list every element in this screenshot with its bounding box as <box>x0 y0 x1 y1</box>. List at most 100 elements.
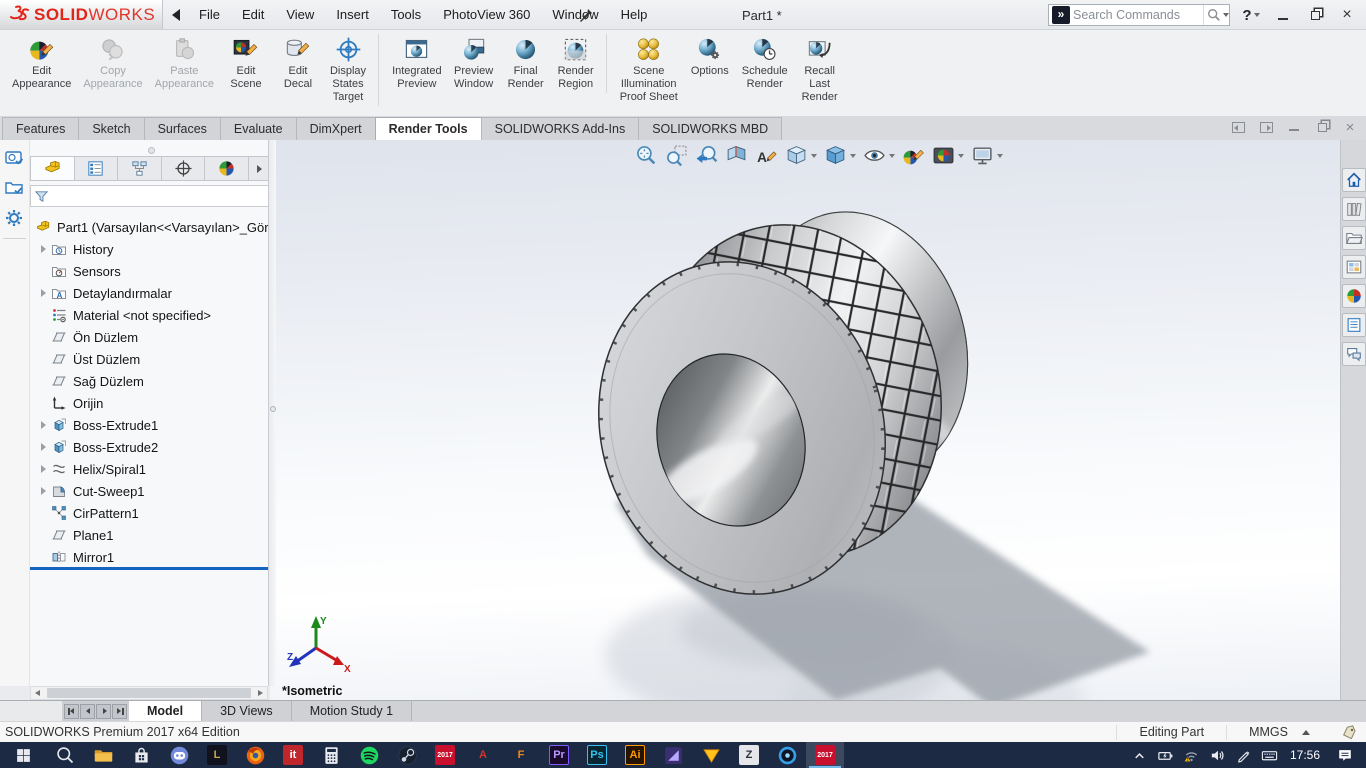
ribbon-button[interactable]: Copy Appearance <box>77 34 148 93</box>
hud-button[interactable] <box>899 142 928 169</box>
task-pane-tab[interactable] <box>1342 255 1366 279</box>
chevron-down-icon[interactable] <box>811 154 817 158</box>
command-tab[interactable]: Surfaces <box>144 117 221 140</box>
tray-icon-button[interactable] <box>1152 742 1178 768</box>
command-tab[interactable]: SOLIDWORKS Add-Ins <box>481 117 640 140</box>
expand-arrow-icon[interactable] <box>38 507 51 519</box>
doc-restore-button[interactable] <box>1314 120 1330 134</box>
taskbar-app-button[interactable] <box>388 742 426 768</box>
ribbon-button[interactable]: Integrated Preview <box>386 34 448 93</box>
expand-arrow-icon[interactable] <box>38 529 51 541</box>
task-pane-tab[interactable] <box>1342 197 1366 221</box>
document-tab[interactable]: Motion Study 1 <box>292 701 412 721</box>
tree-item[interactable]: Material <not specified> <box>30 304 270 326</box>
tree-item[interactable]: Detaylandırmalar <box>30 282 270 304</box>
panel-splitter[interactable] <box>268 140 276 686</box>
taskbar-app-button[interactable] <box>46 742 84 768</box>
feature-manager-tab[interactable] <box>118 157 162 180</box>
task-pane-tab[interactable] <box>1342 168 1366 192</box>
scrollbar-thumb[interactable] <box>47 688 251 698</box>
ribbon-button[interactable]: Display States Target <box>324 34 379 106</box>
panel-splitter-handle[interactable] <box>148 147 155 154</box>
tree-item[interactable]: Mirror1 <box>30 546 270 568</box>
hud-button[interactable] <box>929 142 967 169</box>
task-pane-tab[interactable] <box>1342 284 1366 308</box>
display-pane-button[interactable] <box>4 178 26 200</box>
task-pane-tab[interactable] <box>1342 226 1366 250</box>
tree-item[interactable]: CirPattern1 <box>30 502 270 524</box>
taskbar-app-button[interactable]: Pr <box>540 742 578 768</box>
expand-arrow-icon[interactable] <box>38 353 51 365</box>
hud-button[interactable] <box>821 142 859 169</box>
tray-icon-button[interactable] <box>1126 742 1152 768</box>
close-button[interactable]: × <box>1334 4 1360 26</box>
command-tab[interactable]: DimXpert <box>296 117 376 140</box>
taskbar-app-button[interactable] <box>692 742 730 768</box>
display-pane-button[interactable] <box>4 148 26 170</box>
ribbon-button[interactable]: Edit Decal <box>272 34 324 93</box>
tray-icon-button[interactable] <box>1230 742 1256 768</box>
graphics-viewport[interactable]: Y Z X <box>270 140 1340 700</box>
tree-item[interactable]: Üst Düzlem <box>30 348 270 370</box>
command-tab[interactable]: Sketch <box>78 117 144 140</box>
ribbon-button[interactable]: Schedule Render <box>736 34 794 93</box>
hud-button[interactable] <box>692 142 721 169</box>
previous-tab-button[interactable] <box>80 704 95 719</box>
next-tab-button[interactable] <box>96 704 111 719</box>
tray-icon-button[interactable] <box>1256 742 1282 768</box>
menu-item[interactable]: Help <box>610 0 659 30</box>
taskbar-app-button[interactable] <box>768 742 806 768</box>
taskbar-app-button[interactable] <box>654 742 692 768</box>
expand-arrow-icon[interactable] <box>38 551 51 563</box>
command-tab[interactable]: SOLIDWORKS MBD <box>638 117 782 140</box>
command-tab[interactable]: Evaluate <box>220 117 297 140</box>
scroll-right-icon[interactable] <box>253 687 267 699</box>
feature-manager-tab[interactable] <box>205 157 249 180</box>
minimize-button[interactable] <box>1270 4 1296 26</box>
task-pane-tab[interactable] <box>1342 313 1366 337</box>
tree-item[interactable]: Boss-Extrude1 <box>30 414 270 436</box>
ribbon-button[interactable]: Recall Last Render <box>794 34 846 106</box>
feature-manager-tab[interactable] <box>75 157 119 180</box>
expand-arrow-icon[interactable] <box>38 375 51 387</box>
ribbon-button[interactable]: Edit Scene <box>220 34 272 93</box>
first-tab-button[interactable] <box>64 704 79 719</box>
taskbar-app-button[interactable]: Z <box>730 742 768 768</box>
menu-item[interactable]: View <box>275 0 325 30</box>
expand-arrow-icon[interactable] <box>38 243 51 255</box>
expand-arrow-icon[interactable] <box>38 287 51 299</box>
taskbar-app-button[interactable] <box>160 742 198 768</box>
units-selector[interactable]: MMGS <box>1226 725 1332 740</box>
hud-button[interactable] <box>752 142 781 169</box>
taskbar-app-button[interactable]: Ps <box>578 742 616 768</box>
command-tab[interactable]: Features <box>2 117 79 140</box>
expand-arrow-icon[interactable] <box>38 331 51 343</box>
expand-arrow-icon[interactable] <box>38 309 51 321</box>
taskbar-app-button[interactable] <box>236 742 274 768</box>
tree-item[interactable]: Helix/Spiral1 <box>30 458 270 480</box>
expand-arrow-icon[interactable] <box>38 419 51 431</box>
ribbon-button[interactable]: Render Region <box>552 34 607 93</box>
expand-arrow-icon[interactable] <box>38 265 51 277</box>
scroll-left-icon[interactable] <box>31 687 45 699</box>
search-input[interactable] <box>1073 8 1203 22</box>
feature-manager-tab[interactable] <box>31 157 75 180</box>
chevron-down-icon[interactable] <box>997 154 1003 158</box>
tree-item[interactable]: Boss-Extrude2 <box>30 436 270 458</box>
hud-button[interactable] <box>968 142 1006 169</box>
hud-button[interactable] <box>722 142 751 169</box>
expand-arrow-icon[interactable] <box>38 397 51 409</box>
document-tab[interactable]: Model <box>129 701 202 721</box>
search-dropdown-icon[interactable] <box>1223 13 1229 17</box>
menu-item[interactable]: Tools <box>380 0 432 30</box>
chevron-down-icon[interactable] <box>958 154 964 158</box>
tree-filter-bar[interactable] <box>30 185 270 207</box>
chevron-down-icon[interactable] <box>850 154 856 158</box>
tree-item[interactable]: Cut-Sweep1 <box>30 480 270 502</box>
rollback-bar[interactable] <box>30 567 268 570</box>
menu-item[interactable]: Edit <box>231 0 275 30</box>
expand-arrow-icon[interactable] <box>38 463 51 475</box>
taskbar-app-button[interactable]: F <box>502 742 540 768</box>
search-go-button[interactable] <box>1203 5 1229 25</box>
taskbar-app-button[interactable]: it <box>274 742 312 768</box>
